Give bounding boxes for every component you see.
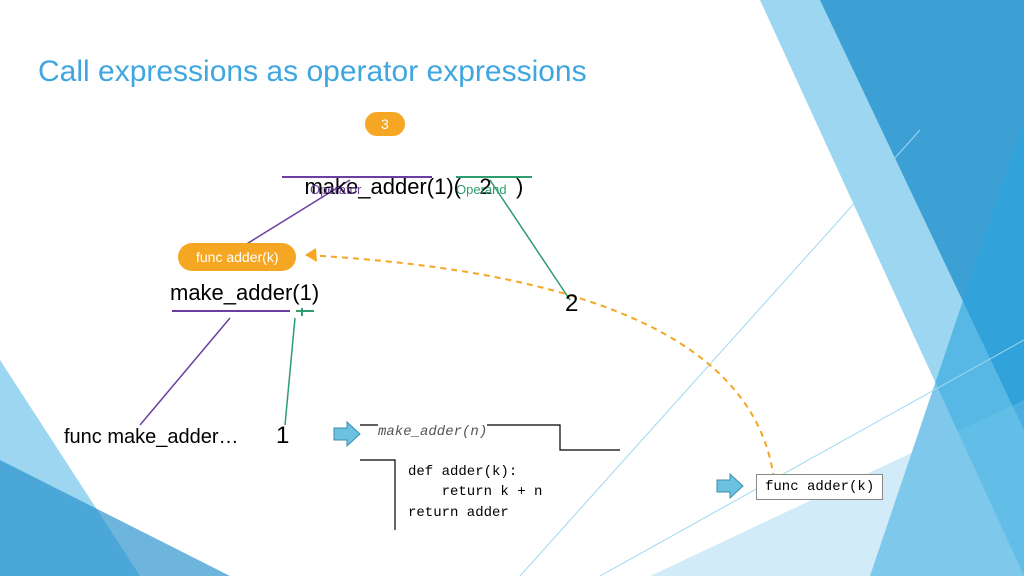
returned-function-box: func adder(k)	[756, 474, 883, 500]
operand-label: Operand	[456, 182, 507, 197]
result-badge: 3	[365, 112, 405, 136]
sub-expression: make_adder(1)	[170, 280, 319, 306]
leaf-two: 2	[565, 290, 578, 318]
arrow-right-icon	[332, 420, 362, 448]
sub-operand-tick	[301, 308, 303, 316]
operator-underline	[282, 176, 432, 178]
leaf-func-make-adder: func make_adder…	[64, 426, 239, 449]
code-call-header: make_adder(n)	[378, 424, 487, 440]
code-body: def adder(k): return k + n return adder	[408, 462, 542, 523]
operator-label: Operator	[310, 182, 361, 197]
arrow-right-icon	[715, 472, 745, 500]
page-title: Call expressions as operator expressions	[38, 55, 587, 89]
sub-operand-underline	[296, 310, 314, 312]
leaf-one: 1	[276, 422, 289, 450]
sub-operator-underline	[172, 310, 290, 312]
evaluated-operator-capsule: func adder(k)	[178, 243, 296, 271]
slide: Call expressions as operator expressions…	[0, 0, 1024, 576]
operand-underline	[456, 176, 532, 178]
